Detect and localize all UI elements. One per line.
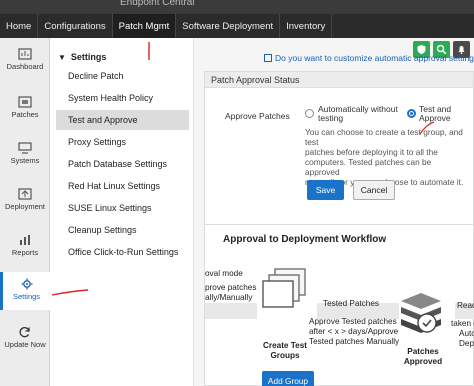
approve-manual-line2: ally/Manually — [205, 293, 253, 302]
customize-approval-link[interactable]: Do you want to customize automatic appro… — [264, 53, 474, 63]
approve-manual-line1: prove patches — [205, 283, 257, 292]
leftbar-patches-label: Patches — [11, 110, 39, 119]
nav-home[interactable]: Home — [0, 14, 39, 38]
gear-icon — [21, 278, 32, 290]
subnav-item-system-health-policy[interactable]: System Health Policy — [56, 88, 189, 108]
approval-mode-label: oval mode — [205, 269, 243, 278]
subnav-item-office-click-to-run-settings[interactable]: Office Click-to-Run Settings — [56, 242, 189, 262]
radio-automatic-label[interactable]: Automatically without testing — [318, 105, 398, 123]
leftbar-update-now-label: Update Now — [4, 340, 46, 349]
tested-patches-label: Tested Patches — [323, 299, 379, 308]
nav-patch-mgmt[interactable]: Patch Mgmt — [112, 14, 177, 38]
ready-label: Ready f — [457, 301, 474, 310]
patches-approved-line1: Patches — [407, 347, 439, 356]
ready-desc-line3: Deplo — [459, 339, 474, 348]
patches-icon — [18, 96, 32, 108]
create-test-groups-line1: Create Test — [263, 341, 307, 350]
subnav-item-test-and-approve[interactable]: Test and Approve — [56, 110, 189, 130]
workflow-arrow-1 — [205, 303, 257, 319]
workflow-title: Approval to Deployment Workflow — [223, 234, 387, 245]
tested-desc-line1: Approve Tested patches — [309, 317, 397, 326]
save-button[interactable]: Save — [307, 180, 344, 200]
workflow-card: Approval to Deployment Workflow oval mod… — [204, 224, 474, 386]
patches-approved-line2: Approved — [403, 357, 443, 366]
app-title: Endpoint Central — [120, 0, 195, 8]
ready-desc-line2: Auto — [459, 329, 474, 338]
leftbar-update-now[interactable]: Update Now — [0, 326, 50, 349]
tested-desc-line2: after < x > days/Approve — [309, 327, 399, 336]
nav-configurations[interactable]: Configurations — [38, 14, 113, 38]
leftbar-deployment[interactable]: Deployment — [0, 188, 50, 211]
red-annotation-mark-1 — [148, 42, 150, 60]
patches-approved-label: Patches Approved — [393, 347, 453, 367]
refresh-icon — [19, 327, 30, 338]
create-test-groups-line2: Groups — [270, 351, 300, 360]
app-title-bar: Endpoint Central — [0, 0, 474, 14]
subnav-item-red-hat-linux-settings[interactable]: Red Hat Linux Settings — [56, 176, 189, 196]
subnav-item-proxy-settings[interactable]: Proxy Settings — [56, 132, 189, 152]
leftbar-dashboard-label: Dashboard — [6, 62, 44, 71]
leftbar-systems[interactable]: Systems — [0, 142, 50, 165]
customize-approval-link-label: Do you want to customize automatic appro… — [275, 53, 474, 63]
checkbox-icon — [264, 54, 272, 62]
approve-patches-label: Approve Patches — [225, 111, 290, 121]
patch-approval-title: Patch Approval Status — [205, 72, 473, 88]
radio-test-and-approve[interactable] — [407, 109, 416, 118]
radio-automatic-label-line2: testing — [318, 113, 344, 123]
patch-approval-card: Patch Approval Status Approve Patches Au… — [204, 71, 474, 245]
cancel-button[interactable]: Cancel — [353, 180, 395, 200]
subnav-heading[interactable]: ▼ Settings — [58, 52, 106, 62]
red-annotation-mark-2 — [51, 289, 89, 296]
left-icon-bar: Dashboard Patches Systems Deployment Rep… — [0, 38, 50, 386]
red-annotation-mark-3 — [419, 121, 435, 135]
main-navbar: Home Configurations Patch Mgmt Software … — [0, 14, 474, 38]
tested-desc-line3: Tested patches Manually — [309, 337, 400, 346]
patches-approved-icon — [401, 293, 441, 333]
main-content: Do you want to customize automatic appro… — [194, 38, 474, 386]
leftbar-reports-label: Reports — [11, 248, 39, 257]
chevron-down-icon: ▼ — [58, 53, 66, 62]
subnav-item-patch-database-settings[interactable]: Patch Database Settings — [56, 154, 189, 174]
subnav-heading-label: Settings — [70, 52, 107, 62]
approval-description-line1: You can choose to create a test group, a… — [305, 127, 463, 147]
leftbar-systems-label: Systems — [10, 156, 40, 165]
radio-automatic[interactable] — [305, 109, 314, 118]
test-groups-icon — [262, 268, 306, 308]
subnav-item-decline-patch[interactable]: Decline Patch — [56, 66, 189, 86]
leftbar-dashboard[interactable]: Dashboard — [0, 48, 50, 71]
approval-description: You can choose to create a test group, a… — [305, 127, 467, 187]
reports-icon — [20, 235, 30, 245]
systems-icon — [18, 142, 32, 154]
approval-description-line3: computers. Tested patches can be approve… — [305, 157, 432, 177]
leftbar-reports[interactable]: Reports — [0, 234, 50, 257]
deployment-icon — [18, 188, 32, 200]
settings-subnav: ▼ Settings Decline Patch System Health Po… — [50, 38, 194, 386]
approval-description-line2: patches before deploying it to all the — [305, 147, 438, 157]
leftbar-settings[interactable]: Settings — [0, 272, 50, 310]
subnav-item-cleanup-settings[interactable]: Cleanup Settings — [56, 220, 189, 240]
nav-inventory[interactable]: Inventory — [280, 14, 333, 38]
ready-desc-line1: taken du — [451, 319, 474, 328]
leftbar-settings-label: Settings — [12, 292, 41, 301]
dashboard-icon — [18, 48, 32, 60]
subnav-item-suse-linux-settings[interactable]: SUSE Linux Settings — [56, 198, 189, 218]
leftbar-deployment-label: Deployment — [4, 202, 46, 211]
create-test-groups-label: Create Test Groups — [253, 341, 317, 361]
add-group-button[interactable]: Add Group — [262, 371, 314, 386]
nav-software-deployment[interactable]: Software Deployment — [176, 14, 281, 38]
leftbar-patches[interactable]: Patches — [0, 96, 50, 119]
